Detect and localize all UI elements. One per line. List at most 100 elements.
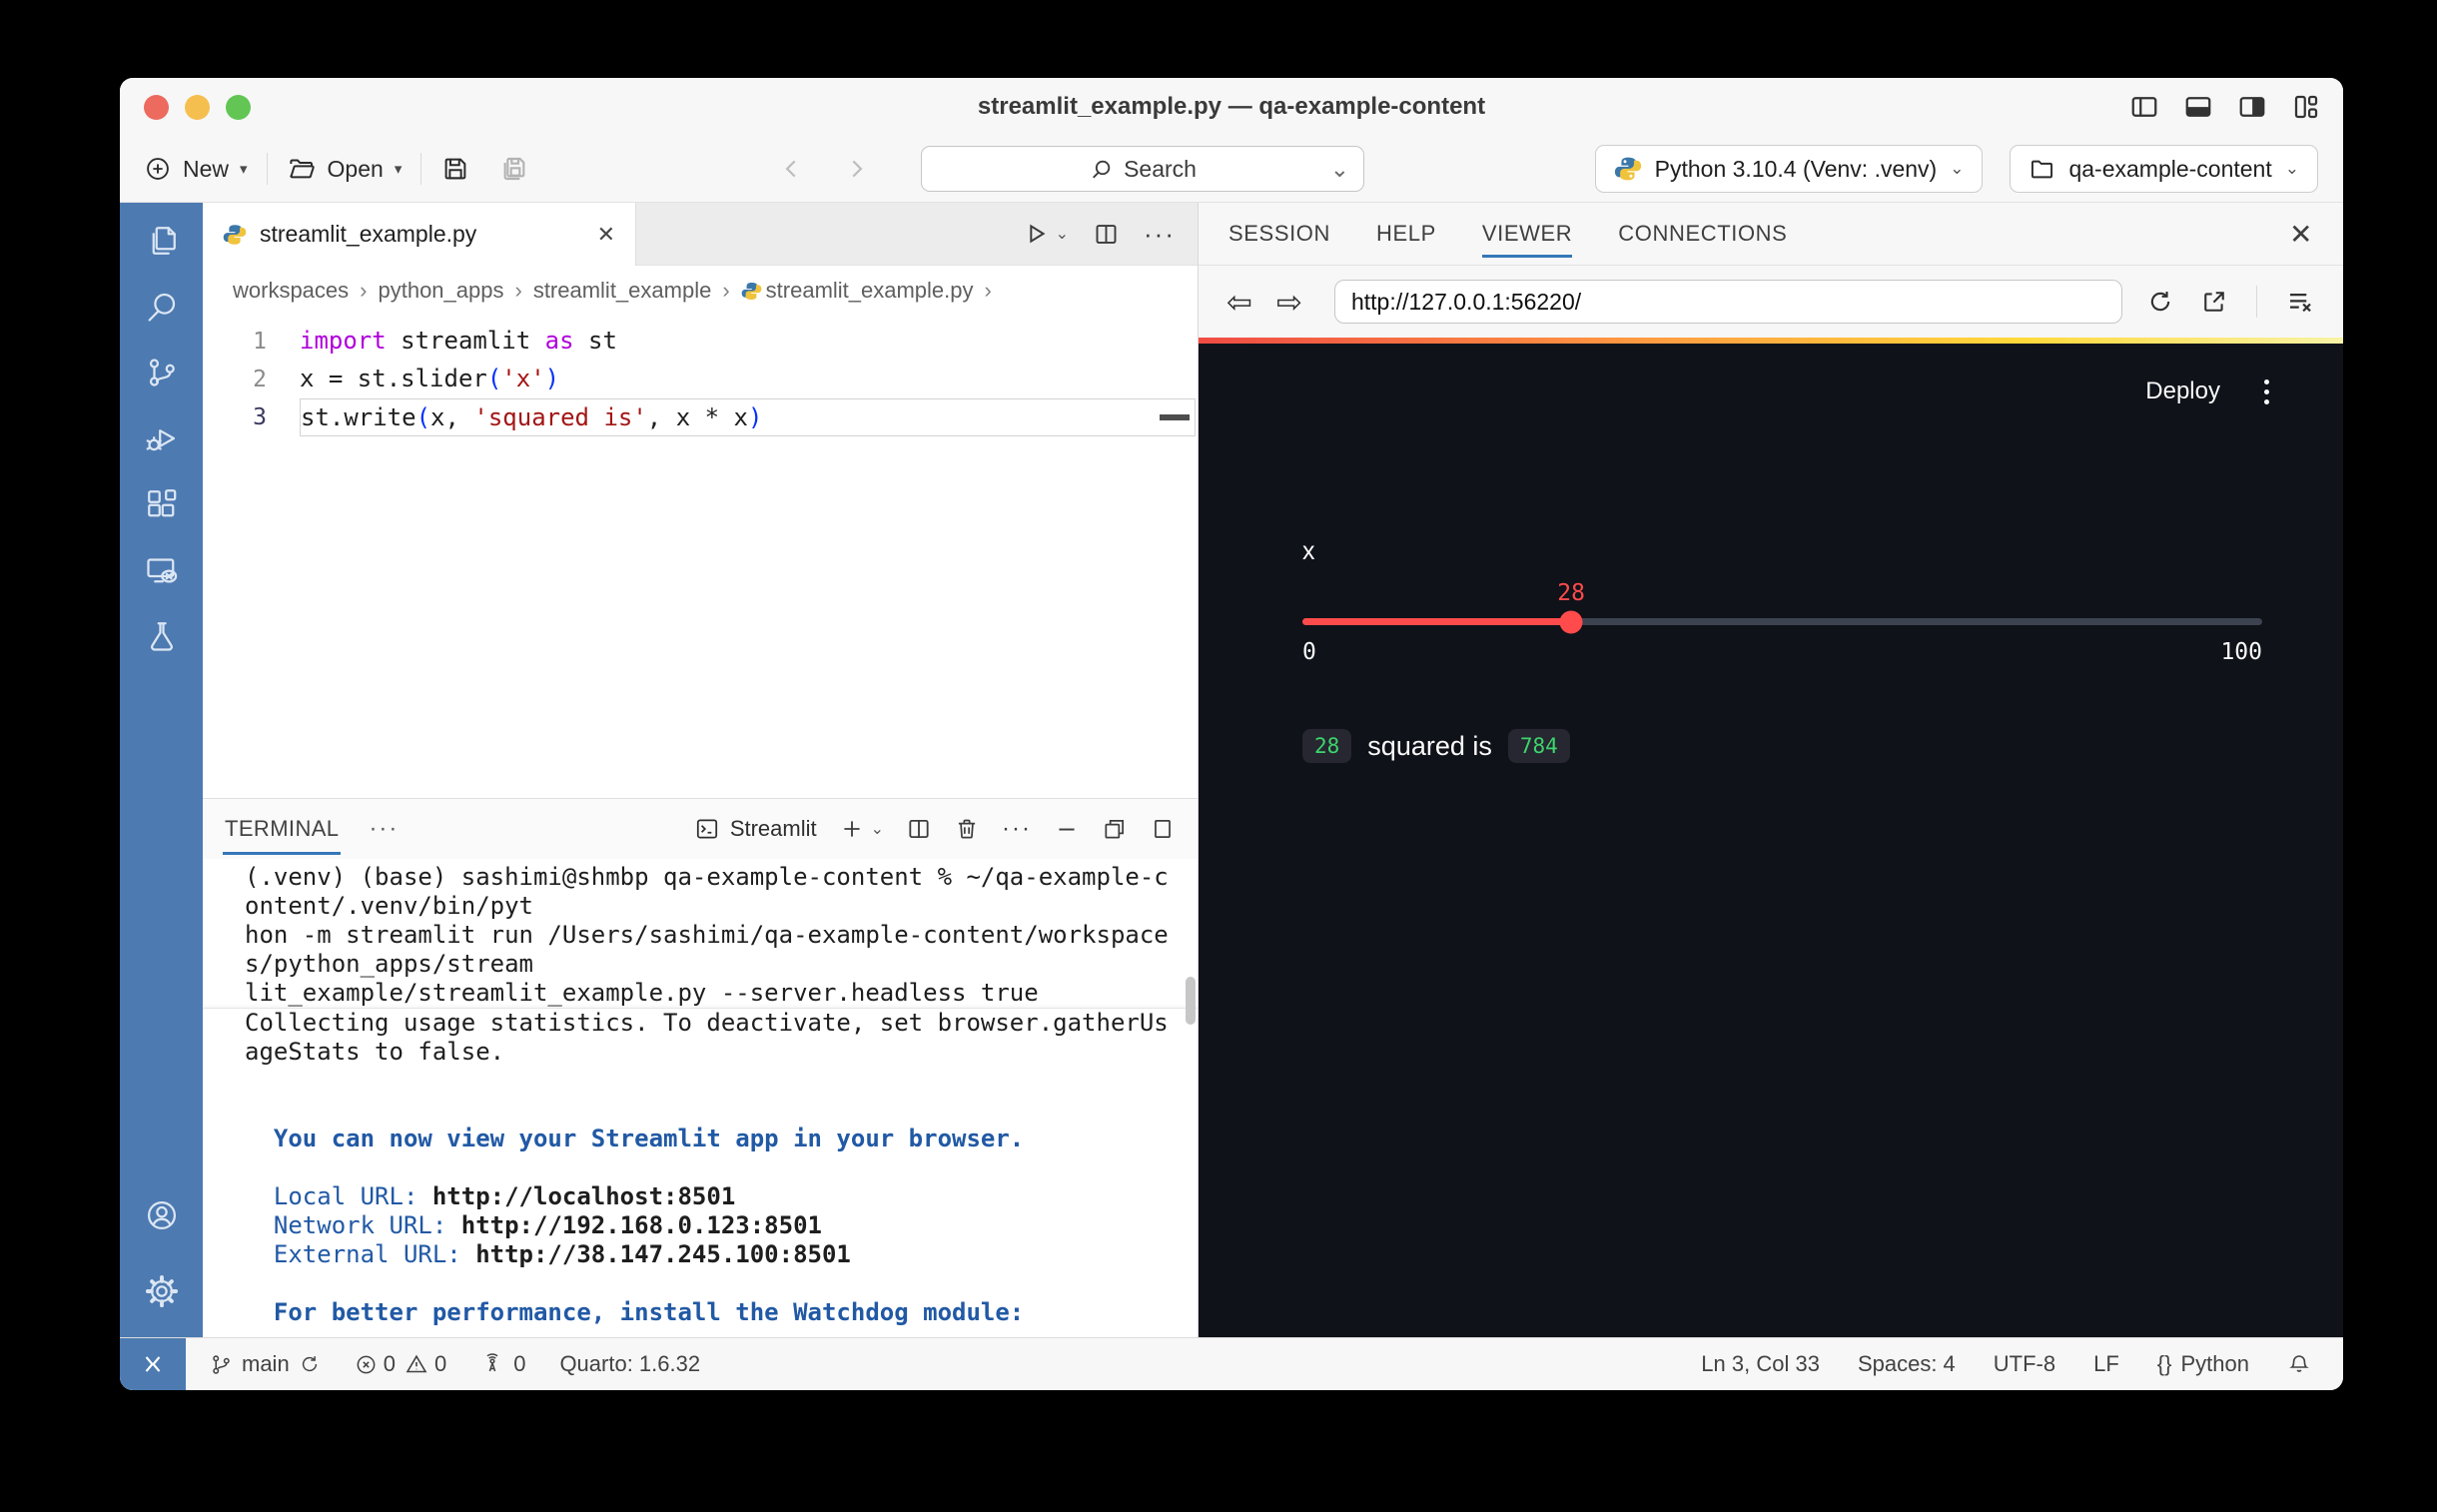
url-input[interactable]: http://127.0.0.1:56220/ [1334, 280, 2122, 324]
clear-viewer-icon[interactable] [2285, 287, 2315, 317]
panel-tab-viewer[interactable]: VIEWER [1482, 203, 1572, 265]
editor-more-actions-icon[interactable]: ··· [1144, 219, 1176, 250]
close-panel-icon[interactable]: ✕ [2289, 203, 2313, 265]
eol-status[interactable]: LF [2093, 1351, 2119, 1377]
panel-tab-session[interactable]: SESSION [1228, 203, 1330, 265]
terminal-line [203, 1269, 1198, 1298]
broadcast-tower-icon [480, 1352, 504, 1376]
chevron-down-icon[interactable]: ⌄ [1330, 156, 1349, 183]
line-content: st.write(x, 'squared is', x * x) [300, 398, 1196, 436]
restore-panel-icon[interactable] [1102, 816, 1128, 842]
ports-status[interactable]: 0 [480, 1351, 525, 1377]
maximize-panel-icon[interactable] [1150, 816, 1176, 842]
code-editor[interactable]: 1import streamlit as st2x = st.slider('x… [203, 315, 1198, 798]
customize-layout-icon[interactable] [2291, 92, 2321, 122]
panel-tab-help[interactable]: HELP [1376, 203, 1436, 265]
terminal-line [203, 1096, 1198, 1125]
close-tab-icon[interactable]: ✕ [597, 222, 615, 248]
viewer-frame: Deploy x 28 0 100 [1199, 338, 2343, 1337]
streamlit-menu-icon[interactable] [2264, 379, 2269, 404]
activity-bar-top [144, 223, 180, 654]
terminal-session[interactable]: Streamlit [694, 816, 817, 842]
toggle-secondary-sidebar-icon[interactable] [2237, 92, 2267, 122]
workspace-selector[interactable]: qa-example-content ⌄ [2010, 145, 2318, 193]
chevron-down-icon[interactable]: ⌄ [871, 819, 884, 839]
save-icon[interactable] [440, 154, 470, 184]
open-external-icon[interactable] [2200, 288, 2228, 316]
search-input[interactable]: Search ⌄ [921, 146, 1364, 192]
interpreter-selector[interactable]: Python 3.10.4 (Venv: .venv) ⌄ [1595, 145, 1984, 193]
split-terminal-icon[interactable] [906, 816, 932, 842]
encoding-status[interactable]: UTF-8 [1994, 1351, 2055, 1377]
history-forward-icon[interactable] [843, 156, 869, 182]
history-back-icon[interactable] [779, 156, 805, 182]
activity-bar-item-source-control[interactable] [144, 355, 180, 390]
close-window-button[interactable] [144, 95, 169, 120]
toggle-panel-icon[interactable] [2183, 92, 2213, 122]
top-toolbar: New▾ Open▾ Search ⌄ [120, 136, 2343, 203]
code-line[interactable]: 1import streamlit as st [203, 323, 1198, 361]
activity-bar-item-extensions[interactable] [144, 486, 180, 522]
activity-bar-item-testing[interactable] [144, 618, 180, 654]
terminal-output[interactable]: (.venv) (base) sashimi@shmbp qa-example-… [203, 859, 1198, 1338]
breadcrumb-item[interactable]: python_apps [378, 278, 503, 304]
result-text: squared is [1367, 731, 1492, 762]
line-number: 2 [203, 361, 267, 398]
editor-tab-bar: streamlit_example.py ✕ ⌄ ··· [203, 203, 1198, 266]
cursor-position-status[interactable]: Ln 3, Col 33 [1701, 1351, 1820, 1377]
tab-terminal[interactable]: TERMINAL [225, 816, 339, 842]
activity-bar-item-remote-explorer[interactable] [144, 552, 180, 588]
terminal-line: Local URL: http://localhost:8501 [203, 1182, 1198, 1211]
activity-bar-item-account[interactable] [144, 1197, 180, 1233]
terminal-scrollbar[interactable] [1186, 977, 1196, 1025]
minimize-window-button[interactable] [185, 95, 210, 120]
folder-icon [2029, 156, 2055, 183]
language-mode-status[interactable]: {} Python [2157, 1351, 2249, 1377]
result-square-badge: 784 [1508, 729, 1570, 763]
run-file-button[interactable]: ⌄ [1022, 220, 1069, 248]
quarto-status[interactable]: Quarto: 1.6.32 [559, 1351, 700, 1377]
panel-tab-connections[interactable]: CONNECTIONS [1618, 203, 1787, 265]
tab-streamlit-example[interactable]: streamlit_example.py ✕ [203, 203, 636, 266]
viewer-back-icon[interactable]: ⇦ [1226, 287, 1252, 318]
zoom-window-button[interactable] [226, 95, 251, 120]
activity-bar-item-settings[interactable] [144, 1273, 180, 1309]
new-button[interactable]: New▾ [144, 155, 248, 183]
url-text: http://127.0.0.1:56220/ [1351, 289, 1581, 316]
reload-icon[interactable] [2146, 288, 2174, 316]
activity-bar-bottom [144, 1197, 180, 1309]
split-editor-icon[interactable] [1093, 221, 1120, 248]
terminal-line: lit_example/streamlit_example.py --serve… [203, 979, 1198, 1008]
indentation-status[interactable]: Spaces: 4 [1858, 1351, 1956, 1377]
code-line[interactable]: 3st.write(x, 'squared is', x * x) [203, 398, 1198, 436]
terminal-line: Collecting usage statistics. To deactiva… [203, 1008, 1198, 1038]
kill-terminal-icon[interactable] [954, 816, 980, 842]
notifications-bell-icon[interactable] [2287, 1352, 2311, 1376]
terminal-line: s/python_apps/stream [203, 950, 1198, 979]
chevron-down-icon[interactable]: ⌄ [1056, 224, 1069, 244]
new-terminal-button[interactable]: ⌄ [839, 816, 884, 842]
slider-thumb[interactable] [1560, 610, 1583, 633]
toggle-primary-sidebar-icon[interactable] [2129, 92, 2159, 122]
breadcrumb-item[interactable]: workspaces [233, 278, 349, 304]
remote-indicator[interactable] [120, 1338, 186, 1390]
minimize-panel-icon[interactable] [1054, 816, 1080, 842]
plus-icon [839, 816, 865, 842]
activity-bar-item-run-debug[interactable] [144, 420, 180, 456]
panel-tabs: SESSION HELP VIEWER CONNECTIONS ✕ [1199, 203, 2343, 266]
breadcrumb-item[interactable]: streamlit_example.py [741, 278, 974, 304]
terminal-more-actions-icon[interactable]: ··· [1002, 815, 1032, 843]
viewer-forward-icon[interactable]: ⇨ [1276, 287, 1302, 318]
deploy-button[interactable]: Deploy [2145, 378, 2220, 405]
activity-bar-item-search[interactable] [144, 289, 180, 325]
save-all-icon[interactable] [498, 153, 530, 185]
slider-track[interactable] [1302, 618, 2262, 625]
git-branch-status[interactable]: main [210, 1351, 321, 1377]
code-line[interactable]: 2x = st.slider('x') [203, 361, 1198, 398]
extensions-icon [144, 486, 180, 522]
activity-bar-item-explorer[interactable] [144, 223, 180, 259]
open-button[interactable]: Open▾ [287, 154, 403, 184]
problems-status[interactable]: 0 0 [355, 1351, 447, 1377]
panel-more-tabs-icon[interactable]: ··· [369, 815, 399, 843]
breadcrumb-item[interactable]: streamlit_example [533, 278, 712, 304]
